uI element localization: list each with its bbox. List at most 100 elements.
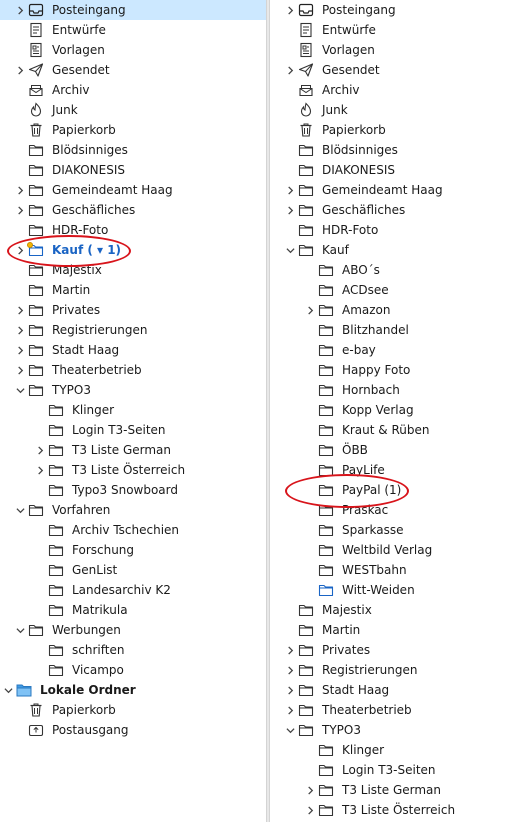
chevron-right-icon[interactable] [284,0,296,20]
folder-row[interactable]: TYPO3 [0,380,266,400]
folder-row[interactable]: Blitzhandel [270,320,515,340]
chevron-right-icon[interactable] [14,200,26,220]
chevron-right-icon[interactable] [304,780,316,800]
chevron-right-icon[interactable] [14,300,26,320]
folder-row[interactable]: Typo3 Snowboard [0,480,266,500]
chevron-down-icon[interactable] [284,240,296,260]
folder-row[interactable]: T3 Liste German [0,440,266,460]
chevron-right-icon[interactable] [284,680,296,700]
folder-row[interactable]: Klinger [0,400,266,420]
folder-row[interactable]: Sparkasse [270,520,515,540]
folder-row[interactable]: DIAKONESIS [0,160,266,180]
chevron-right-icon[interactable] [14,60,26,80]
folder-row[interactable]: Matrikula [0,600,266,620]
chevron-right-icon[interactable] [14,0,26,20]
folder-row[interactable]: Privates [0,300,266,320]
folder-row[interactable]: Vicampo [0,660,266,680]
folder-row[interactable]: Praskac [270,500,515,520]
chevron-right-icon[interactable] [14,340,26,360]
folder-row[interactable]: Geschäfliches [0,200,266,220]
folder-row[interactable]: Landesarchiv K2 [0,580,266,600]
chevron-right-icon[interactable] [304,800,316,820]
chevron-down-icon[interactable] [14,380,26,400]
chevron-right-icon[interactable] [34,440,46,460]
chevron-right-icon[interactable] [284,660,296,680]
folder-row[interactable]: Gemeindeamt Haag [270,180,515,200]
folder-row[interactable]: Amazon [270,300,515,320]
folder-row[interactable]: Vorlagen [270,40,515,60]
chevron-right-icon[interactable] [14,360,26,380]
folder-row[interactable]: ACDsee [270,280,515,300]
folder-row[interactable]: Theaterbetrieb [0,360,266,380]
folder-row[interactable]: Majestix [0,260,266,280]
folder-row[interactable]: Gesendet [0,60,266,80]
folder-row[interactable]: Blödsinniges [0,140,266,160]
folder-row[interactable]: Papierkorb [0,120,266,140]
folder-row[interactable]: Kopp Verlag [270,400,515,420]
folder-row[interactable]: T3 Liste Österreich [270,800,515,820]
folder-row[interactable]: Kauf [270,240,515,260]
folder-row[interactable]: Blödsinniges [270,140,515,160]
folder-row[interactable]: Junk [270,100,515,120]
folder-row[interactable]: Gesendet [270,60,515,80]
folder-row[interactable]: schriften [0,640,266,660]
chevron-right-icon[interactable] [14,320,26,340]
folder-row[interactable]: Vorlagen [0,40,266,60]
folder-row[interactable]: Login T3-Seiten [0,420,266,440]
folder-row[interactable]: Registrierungen [270,660,515,680]
folder-row[interactable]: WESTbahn [270,560,515,580]
folder-row[interactable]: Witt-Weiden [270,580,515,600]
chevron-down-icon[interactable] [14,500,26,520]
folder-row[interactable]: Postausgang [0,720,266,740]
chevron-right-icon[interactable] [34,460,46,480]
folder-row[interactable]: Martin [0,280,266,300]
folder-row[interactable]: Weltbild Verlag [270,540,515,560]
chevron-right-icon[interactable] [14,240,26,260]
chevron-down-icon[interactable] [14,620,26,640]
folder-row[interactable]: DIAKONESIS [270,160,515,180]
chevron-right-icon[interactable] [284,700,296,720]
folder-row[interactable]: Martin [270,620,515,640]
chevron-right-icon[interactable] [284,60,296,80]
folder-row[interactable]: TYPO3 [270,720,515,740]
folder-row[interactable]: Theaterbetrieb [270,700,515,720]
folder-row[interactable]: Vorfahren [0,500,266,520]
folder-row[interactable]: PayLife [270,460,515,480]
folder-row[interactable]: e-bay [270,340,515,360]
folder-row[interactable]: Majestix [270,600,515,620]
folder-row[interactable]: Archiv [0,80,266,100]
folder-row[interactable]: Registrierungen [0,320,266,340]
folder-row[interactable]: HDR-Foto [0,220,266,240]
folder-row[interactable]: Geschäfliches [270,200,515,220]
folder-row[interactable]: Happy Foto [270,360,515,380]
folder-row[interactable]: Kauf ( ▾ 1) [0,240,266,260]
folder-row[interactable]: Junk [0,100,266,120]
folder-row[interactable]: ÖBB [270,440,515,460]
folder-row[interactable]: Archiv Tschechien [0,520,266,540]
folder-row[interactable]: T3 Liste German [270,780,515,800]
folder-row[interactable]: Login T3-Seiten [270,760,515,780]
folder-row[interactable]: Hornbach [270,380,515,400]
folder-row[interactable]: GenList [0,560,266,580]
folder-row[interactable]: Posteingang [0,0,266,20]
folder-row[interactable]: Posteingang [270,0,515,20]
chevron-down-icon[interactable] [2,680,14,700]
folder-row[interactable]: Forschung [0,540,266,560]
folder-row[interactable]: Privates [270,640,515,660]
folder-row[interactable]: Stadt Haag [270,680,515,700]
folder-row[interactable]: Archiv [270,80,515,100]
chevron-down-icon[interactable] [284,720,296,740]
folder-row[interactable]: Papierkorb [0,700,266,720]
folder-row[interactable]: Lokale Ordner [0,680,266,700]
folder-row[interactable]: Werbungen [0,620,266,640]
chevron-right-icon[interactable] [304,300,316,320]
folder-row[interactable]: T3 Liste Österreich [0,460,266,480]
folder-row[interactable]: Stadt Haag [0,340,266,360]
folder-row[interactable]: Entwürfe [0,20,266,40]
chevron-right-icon[interactable] [284,200,296,220]
folder-row[interactable]: HDR-Foto [270,220,515,240]
chevron-right-icon[interactable] [14,180,26,200]
chevron-right-icon[interactable] [284,180,296,200]
folder-row[interactable]: Kraut & Rüben [270,420,515,440]
folder-row[interactable]: Papierkorb [270,120,515,140]
